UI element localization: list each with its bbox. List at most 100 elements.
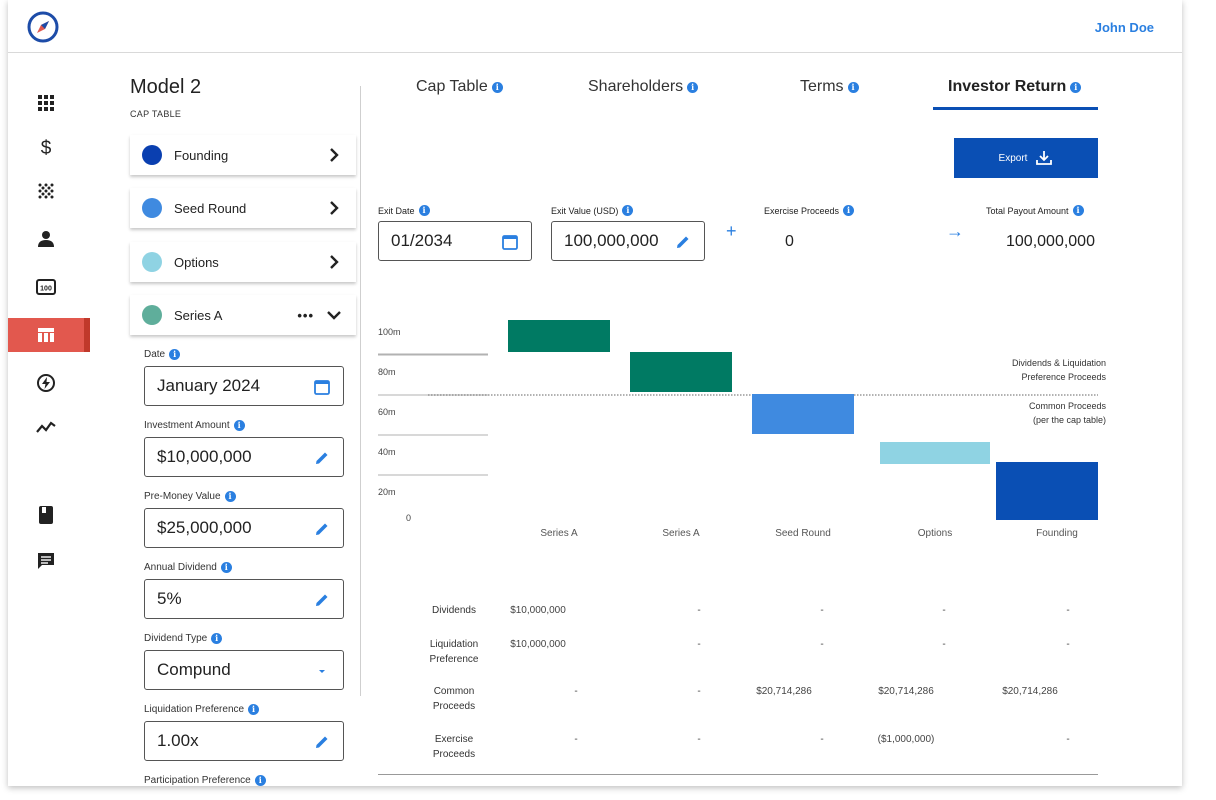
exit-date-label-text: Exit Date: [378, 205, 415, 216]
table-cell: -: [574, 686, 578, 697]
info-icon[interactable]: i: [418, 205, 430, 216]
export-button[interactable]: Export: [954, 138, 1098, 178]
exit-value-label-text: Exit Value (USD): [551, 205, 619, 216]
info-icon[interactable]: i: [1070, 81, 1082, 93]
nav-dots[interactable]: [8, 174, 84, 208]
chevron-right-icon[interactable]: [326, 200, 342, 216]
investment-label-text: Investment Amount: [144, 420, 230, 431]
round-color-dot: [142, 198, 162, 218]
nav-person[interactable]: [8, 222, 84, 256]
info-icon[interactable]: i: [847, 81, 859, 93]
y-tick-label: 80m: [378, 367, 396, 377]
dividend-value: 5%: [157, 589, 182, 608]
total-payout-label: Total Payout Amount i: [986, 205, 1084, 216]
arrow-right-icon: →: [946, 221, 964, 241]
dividend-type-label-text: Dividend Type: [144, 633, 208, 644]
pencil-icon[interactable]: [313, 449, 331, 467]
exit-date-label: Exit Date i: [378, 205, 430, 216]
table-icon: [38, 328, 54, 342]
table-bottom-rule: [378, 774, 1098, 775]
exit-value-field[interactable]: 100,000,000: [551, 221, 705, 261]
liquidation-value: 1.00x: [157, 731, 199, 750]
active-tab-indicator: [933, 107, 1098, 110]
round-label: Founding: [174, 147, 229, 163]
tab-terms[interactable]: Terms i: [800, 78, 859, 96]
investment-field[interactable]: $10,000,000: [144, 437, 344, 477]
info-icon[interactable]: i: [491, 81, 503, 93]
trend-icon: [36, 421, 56, 433]
table-cell: -: [942, 639, 946, 650]
top-bar: John Doe: [8, 0, 1182, 53]
chevron-down-icon[interactable]: [326, 307, 342, 323]
x-category-label: Series A: [540, 528, 578, 539]
tab-investor-return[interactable]: Investor Return i: [948, 78, 1082, 96]
investment-label: Investment Amount i: [144, 420, 245, 431]
dividend-type-select[interactable]: Compund: [144, 650, 344, 690]
round-options[interactable]: Options: [130, 242, 356, 282]
chevron-right-icon[interactable]: [326, 147, 342, 163]
round-series-a[interactable]: Series A •••: [130, 295, 356, 335]
waterfall-chart: 100m 80m 60m 40m 20m 0 Series A Series A Seed Ro…: [378, 320, 1106, 539]
pencil-icon[interactable]: [313, 520, 331, 538]
compass-logo-icon[interactable]: [26, 10, 60, 44]
round-seed[interactable]: Seed Round: [130, 188, 356, 228]
table-cell: -: [820, 605, 824, 616]
nav-cap-table[interactable]: [8, 318, 90, 352]
premoney-field[interactable]: $25,000,000: [144, 508, 344, 548]
dividend-field[interactable]: 5%: [144, 579, 344, 619]
date-field[interactable]: January 2024: [144, 366, 344, 406]
calendar-icon[interactable]: [501, 233, 519, 251]
exit-date-field[interactable]: 01/2034: [378, 221, 532, 261]
info-icon[interactable]: i: [687, 81, 699, 93]
dividend-type-value: Compund: [157, 660, 231, 679]
info-icon[interactable]: i: [622, 205, 634, 216]
waterfall-bar: [752, 394, 854, 434]
round-founding[interactable]: Founding: [130, 135, 356, 175]
tab-cap-table[interactable]: Cap Table i: [416, 78, 503, 96]
waterfall-bar: [630, 352, 732, 392]
round-color-dot: [142, 305, 162, 325]
pencil-icon[interactable]: [313, 733, 331, 751]
nav-trend[interactable]: [8, 410, 84, 444]
tab-shareholders[interactable]: Shareholders i: [588, 78, 699, 96]
info-icon[interactable]: i: [843, 205, 855, 216]
chevron-right-icon[interactable]: [326, 254, 342, 270]
liquidation-label: Liquidation Preference i: [144, 704, 260, 715]
info-icon[interactable]: i: [224, 491, 236, 502]
round-label: Seed Round: [174, 200, 247, 216]
table-cell: -: [820, 734, 824, 745]
info-icon[interactable]: i: [1072, 205, 1084, 216]
nav-lightning[interactable]: [8, 366, 84, 400]
y-tick-label: 40m: [378, 447, 396, 457]
more-options-icon[interactable]: •••: [297, 308, 314, 323]
nav-dollar[interactable]: $: [8, 130, 84, 164]
info-icon[interactable]: i: [248, 704, 260, 715]
total-payout-value: 100,000,000: [1006, 233, 1095, 250]
chart-annotation: Preference Proceeds: [1021, 372, 1106, 382]
pencil-icon[interactable]: [313, 591, 331, 609]
info-icon[interactable]: i: [254, 775, 266, 786]
premoney-label: Pre-Money Value i: [144, 491, 236, 502]
svg-text:100: 100: [40, 286, 52, 293]
table-cell: -: [1066, 605, 1070, 616]
user-name[interactable]: John Doe: [1095, 20, 1154, 35]
info-icon[interactable]: i: [169, 349, 181, 360]
dividend-label: Annual Dividend i: [144, 562, 232, 573]
person-icon: [38, 231, 54, 247]
calendar-icon[interactable]: [313, 378, 331, 396]
info-icon[interactable]: i: [211, 633, 223, 644]
nav-chat[interactable]: [8, 544, 84, 578]
liquidation-field[interactable]: 1.00x: [144, 721, 344, 761]
info-icon[interactable]: i: [220, 562, 232, 573]
cap-table-panel: Model 2 CAP TABLE Founding Seed Round Op…: [130, 54, 362, 786]
tab-label: Investor Return: [948, 78, 1067, 95]
round-color-dot: [142, 145, 162, 165]
pencil-icon[interactable]: [674, 233, 692, 251]
nav-counter[interactable]: 100: [8, 270, 84, 304]
nav-apps[interactable]: [8, 86, 84, 120]
book-icon: [39, 506, 53, 524]
nav-book[interactable]: [8, 498, 84, 532]
dropdown-caret-icon[interactable]: [313, 662, 331, 680]
table-row-label: Common Proceeds: [432, 686, 476, 712]
info-icon[interactable]: i: [233, 420, 245, 431]
